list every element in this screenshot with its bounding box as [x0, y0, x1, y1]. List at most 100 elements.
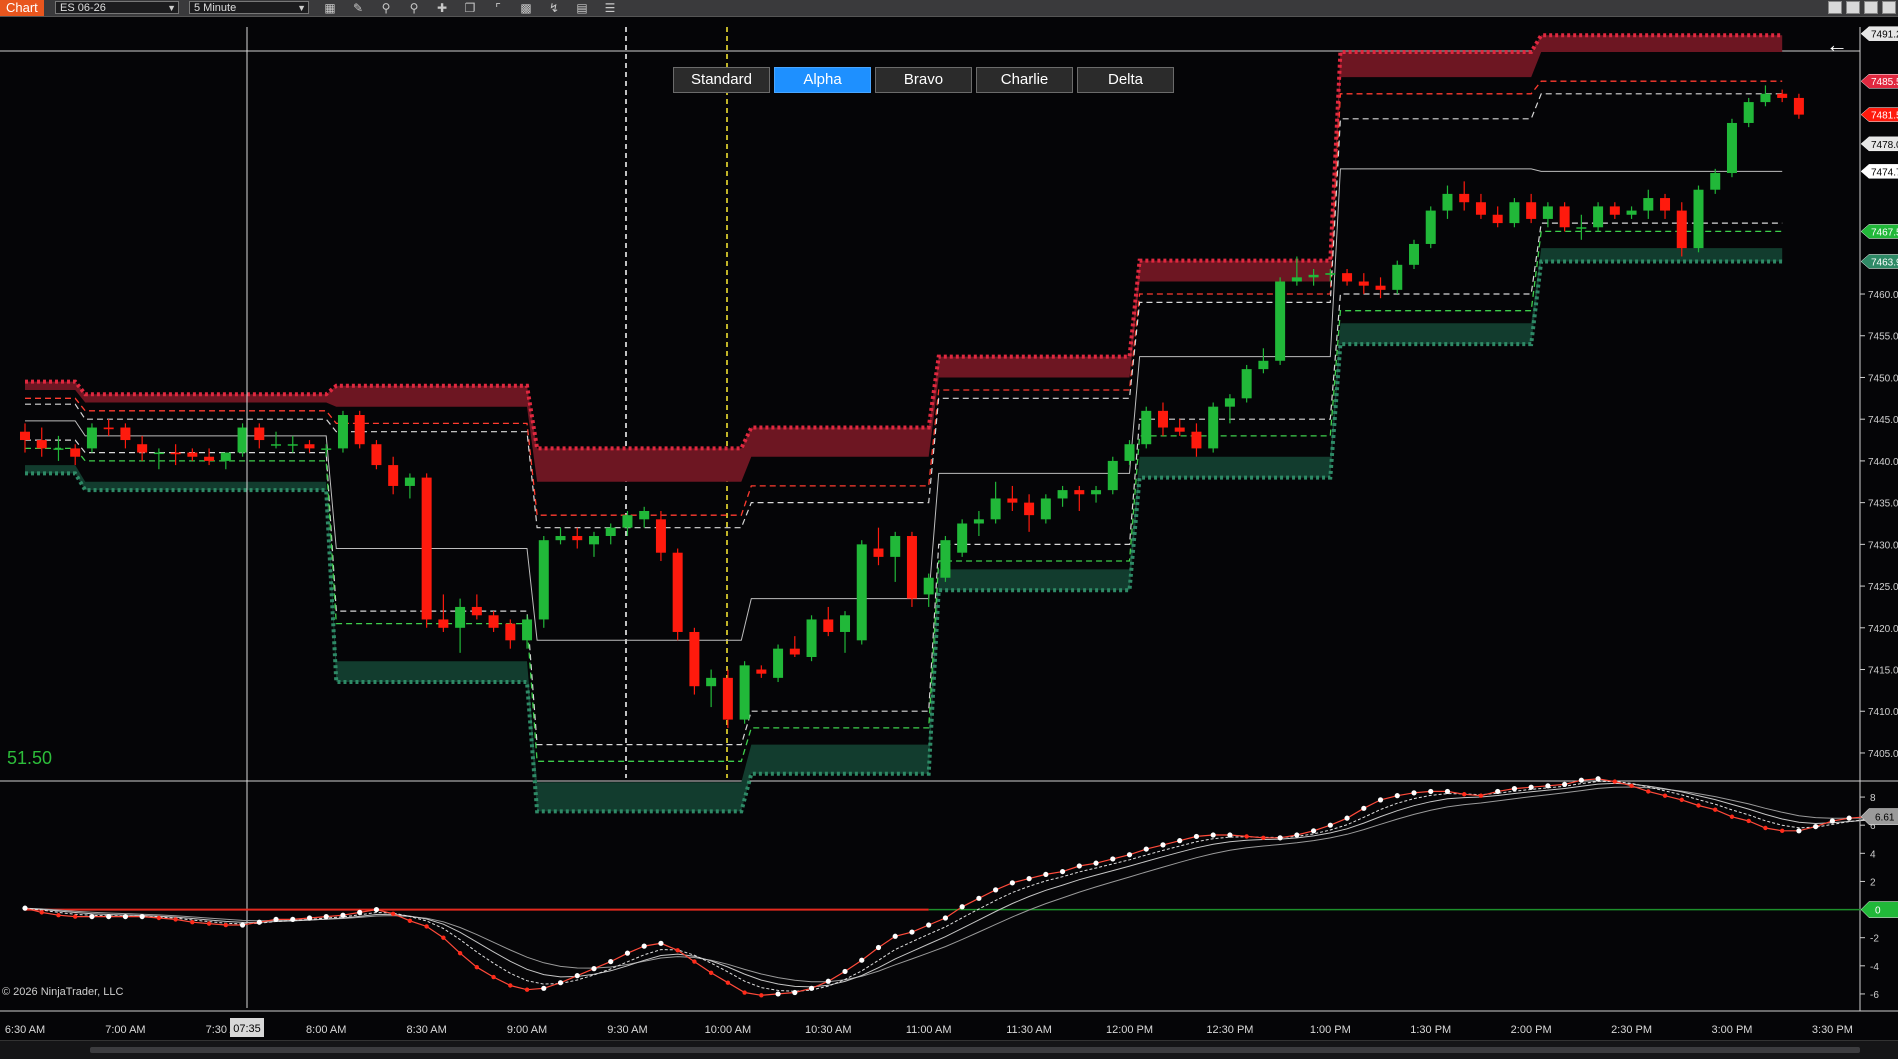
osc-dot [22, 905, 28, 911]
candle [672, 548, 683, 641]
osc-dot [1227, 832, 1233, 838]
candle [337, 410, 348, 453]
candle-body [53, 448, 64, 450]
candle-body [1760, 93, 1771, 103]
candle-body [70, 448, 81, 457]
preset-alpha-button[interactable]: Alpha [774, 67, 871, 93]
candle [304, 440, 315, 453]
candle [354, 410, 365, 449]
candle [1057, 485, 1068, 507]
price-marker-label: 7481.5 [1871, 111, 1898, 122]
candle-body [940, 540, 951, 578]
candle [438, 594, 449, 632]
osc-dot [1294, 832, 1300, 838]
osc-dot [1344, 815, 1350, 821]
lower-band-zone [25, 248, 1783, 812]
candle-body [1057, 490, 1068, 499]
osc-dot [122, 913, 129, 920]
osc-dot [1846, 815, 1852, 821]
candle-body [204, 456, 215, 461]
scrollbar-thumb[interactable] [90, 1047, 1860, 1053]
preset-standard-button[interactable]: Standard [673, 67, 770, 93]
candle-body [1643, 198, 1654, 211]
candle [1660, 193, 1671, 219]
candle-body [505, 623, 516, 641]
candle [1157, 402, 1168, 436]
preset-delta-button[interactable]: Delta [1077, 67, 1174, 93]
candle [1007, 485, 1018, 511]
candle [86, 423, 97, 453]
preset-bravo-button[interactable]: Bravo [875, 67, 972, 93]
osc-dot [441, 935, 446, 940]
osc-dot [675, 948, 680, 953]
candles-group [20, 85, 1804, 728]
osc-dot [139, 913, 145, 920]
candle-body [639, 510, 650, 520]
candle-body [957, 523, 968, 553]
candle-body [1526, 202, 1537, 219]
candle-body [722, 677, 733, 720]
osc-dot [1143, 846, 1149, 852]
candle [990, 481, 1001, 524]
candle-body [371, 444, 382, 466]
candle [1358, 273, 1369, 295]
candle-body [1124, 444, 1135, 461]
candle [1107, 456, 1118, 495]
preset-charlie-button[interactable]: Charlie [976, 67, 1073, 93]
osc-dot [1377, 797, 1384, 803]
candle-body [1676, 210, 1687, 249]
crosshair-time-label: 07:35 [233, 1023, 261, 1035]
osc-dot [407, 918, 413, 924]
candle-body [756, 669, 767, 674]
back-arrow-icon[interactable]: ← [1826, 34, 1848, 56]
osc-dot [1829, 818, 1835, 824]
osc-dot [106, 913, 112, 920]
candle [1609, 202, 1620, 219]
osc-dot [1177, 838, 1183, 844]
price-tick-label: 7460.0 [1868, 290, 1898, 301]
candle-body [1375, 285, 1386, 290]
candle [756, 665, 767, 678]
candle-body [1593, 206, 1604, 228]
price-tick-label: 7435.0 [1868, 499, 1898, 510]
candle-body [137, 444, 148, 453]
candle-body [1275, 281, 1286, 361]
candle [237, 423, 248, 457]
candle-body [1157, 410, 1168, 428]
candle [1275, 277, 1286, 365]
osc-dot [1193, 833, 1200, 840]
candle [538, 536, 549, 628]
candle-body [588, 536, 599, 545]
osc-signal-slow [24, 786, 1866, 983]
osc-dot [808, 985, 815, 991]
copyright-notice: © 2026 NinjaTrader, LLC [2, 986, 124, 998]
candle-body [170, 452, 181, 455]
osc-dot [692, 959, 697, 964]
osc-dot [508, 983, 513, 988]
candle-body [789, 648, 800, 655]
candle-body [538, 540, 549, 620]
horizontal-scrollbar[interactable] [0, 1040, 1898, 1059]
osc-dots-group [22, 776, 1869, 998]
candle-body [840, 615, 851, 632]
osc-dot [909, 929, 915, 935]
candle-body [1107, 460, 1118, 491]
candle-body [86, 427, 97, 449]
candle-body [1693, 189, 1704, 249]
candle-body [1425, 210, 1436, 244]
candle-body [1342, 273, 1353, 282]
osc-dot [273, 916, 279, 923]
osc-dot [1076, 863, 1082, 869]
osc-dot [1444, 788, 1451, 795]
osc-dot [1009, 880, 1015, 886]
time-tick-label: 11:00 AM [906, 1024, 952, 1036]
time-tick-label: 12:30 PM [1206, 1024, 1253, 1036]
candle-body [890, 536, 901, 557]
osc-dot [239, 922, 246, 928]
time-tick-label: 8:00 AM [306, 1024, 346, 1036]
chart-canvas[interactable]: 7460.0 7455.0 7450.0 7445.0 7440.0 7435.0 7430… [0, 0, 1898, 1058]
osc-dot [1595, 776, 1601, 782]
price-marker-label: 7491.2 [1871, 30, 1898, 41]
candle [789, 636, 800, 658]
osc-dot [1545, 783, 1551, 789]
